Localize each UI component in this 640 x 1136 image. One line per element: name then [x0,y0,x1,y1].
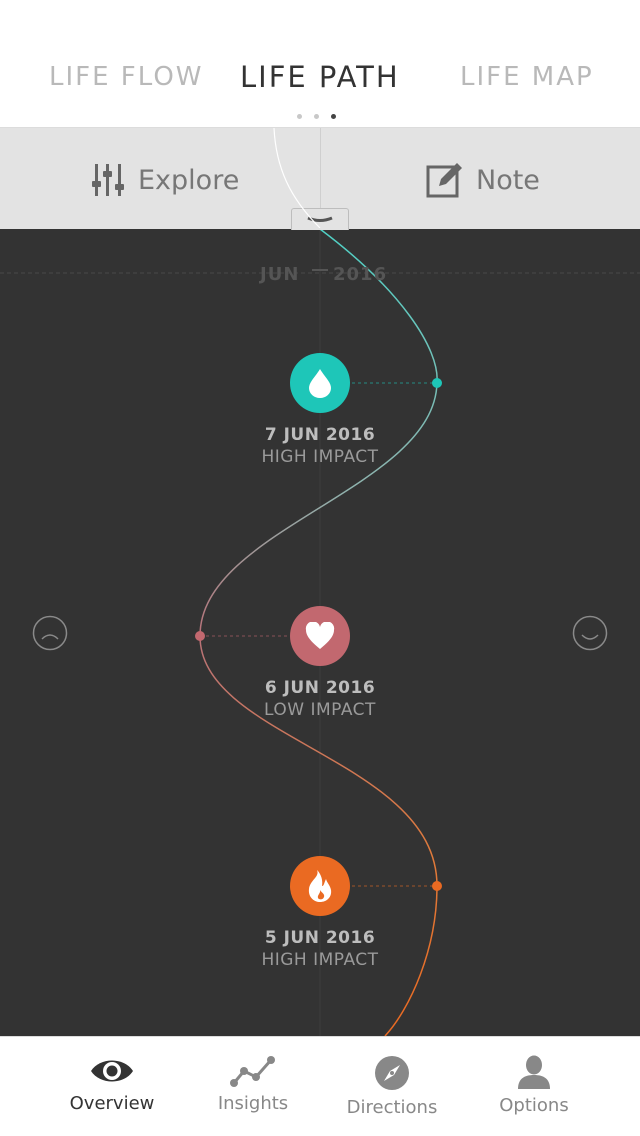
nav-label: Insights [217,1093,289,1114]
compass-icon [375,1056,409,1090]
header: LIFE FLOW LIFE PATH LIFE MAP [0,0,640,128]
event-impact: LOW IMPACT [264,700,376,720]
sliders-icon [92,164,124,196]
page-indicator [297,104,348,123]
explore-label: Explore [138,164,240,196]
sad-face-icon [32,615,68,651]
event-date: 5 JUN 2016 [264,928,376,948]
tab-life-map[interactable]: LIFE MAP [460,62,594,92]
nav-label: Overview [69,1093,155,1114]
event-date: 7 JUN 2016 [264,425,376,445]
event-date: 6 JUN 2016 [264,678,376,698]
bottom-nav: Overview Insights Directions Options [0,1036,640,1136]
nav-directions[interactable]: Directions [328,1055,456,1118]
happy-face-icon [572,615,608,651]
note-label: Note [476,164,540,196]
nav-label: Options [499,1095,569,1116]
tab-life-path[interactable]: LIFE PATH [240,60,400,94]
flame-icon [308,870,332,902]
year-label: 2016 [333,264,388,285]
event-7-jun[interactable] [290,353,350,413]
note-icon [426,163,462,198]
event-impact: HIGH IMPACT [261,950,379,970]
eye-icon [91,1060,133,1082]
timeline-guide-line [273,128,321,228]
event-6-jun[interactable] [290,606,350,666]
nav-overview[interactable]: Overview [48,1055,176,1114]
event-5-jun[interactable] [290,856,350,916]
note-button[interactable]: Note [426,160,540,200]
nav-options[interactable]: Options [470,1055,598,1116]
tab-life-flow[interactable]: LIFE FLOW [49,62,204,92]
person-icon [518,1055,550,1089]
explore-button[interactable]: Explore [92,160,239,200]
insights-icon [230,1056,275,1087]
heart-icon [305,622,335,649]
nav-insights[interactable]: Insights [189,1055,317,1114]
drop-icon [309,369,331,398]
timeline-area[interactable]: JUN 2016 7 JUN 2016 HIGH IMPACT 6 JUN 20… [0,229,640,1036]
month-label: JUN [260,264,300,285]
event-impact: HIGH IMPACT [261,447,379,467]
nav-label: Directions [346,1097,438,1118]
